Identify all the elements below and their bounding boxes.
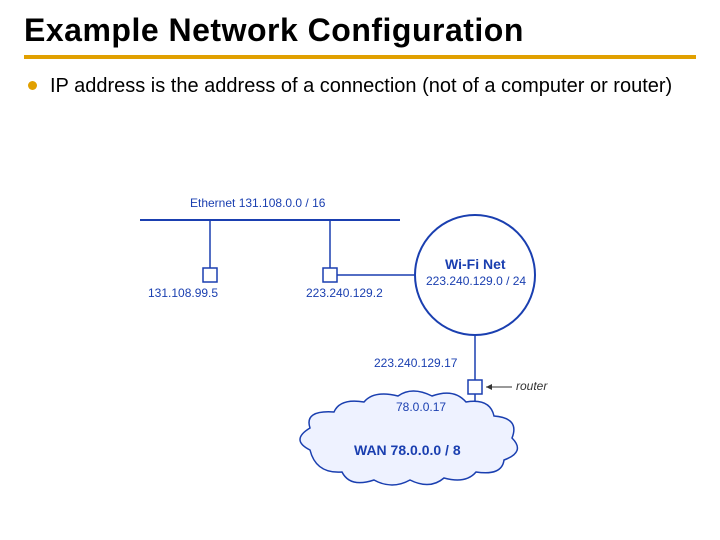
ethernet-label: Ethernet 131.108.0.0 / 16 bbox=[190, 196, 325, 210]
host1-ip-label: 131.108.99.5 bbox=[148, 286, 218, 300]
wifi-net-label: 223.240.129.0 / 24 bbox=[426, 274, 526, 288]
router-label: router bbox=[516, 379, 547, 393]
router-wan-ip-label: 78.0.0.17 bbox=[396, 400, 446, 414]
host2-ip-label: 223.240.129.2 bbox=[306, 286, 383, 300]
bullet-text: IP address is the address of a connectio… bbox=[50, 75, 672, 97]
bullet-item: IP address is the address of a connectio… bbox=[24, 73, 696, 100]
bullet-list: IP address is the address of a connectio… bbox=[24, 73, 696, 100]
router-wifi-ip-label: 223.240.129.17 bbox=[374, 356, 457, 370]
network-diagram: Ethernet 131.108.0.0 / 16 131.108.99.5 2… bbox=[120, 190, 620, 490]
slide: Example Network Configuration IP address… bbox=[0, 0, 720, 540]
wifi-name-label: Wi-Fi Net bbox=[445, 256, 506, 272]
bullet-dot-icon bbox=[28, 81, 37, 90]
wan-label: WAN 78.0.0.0 / 8 bbox=[354, 442, 461, 458]
title-underline bbox=[24, 55, 696, 59]
slide-title: Example Network Configuration bbox=[24, 12, 696, 49]
